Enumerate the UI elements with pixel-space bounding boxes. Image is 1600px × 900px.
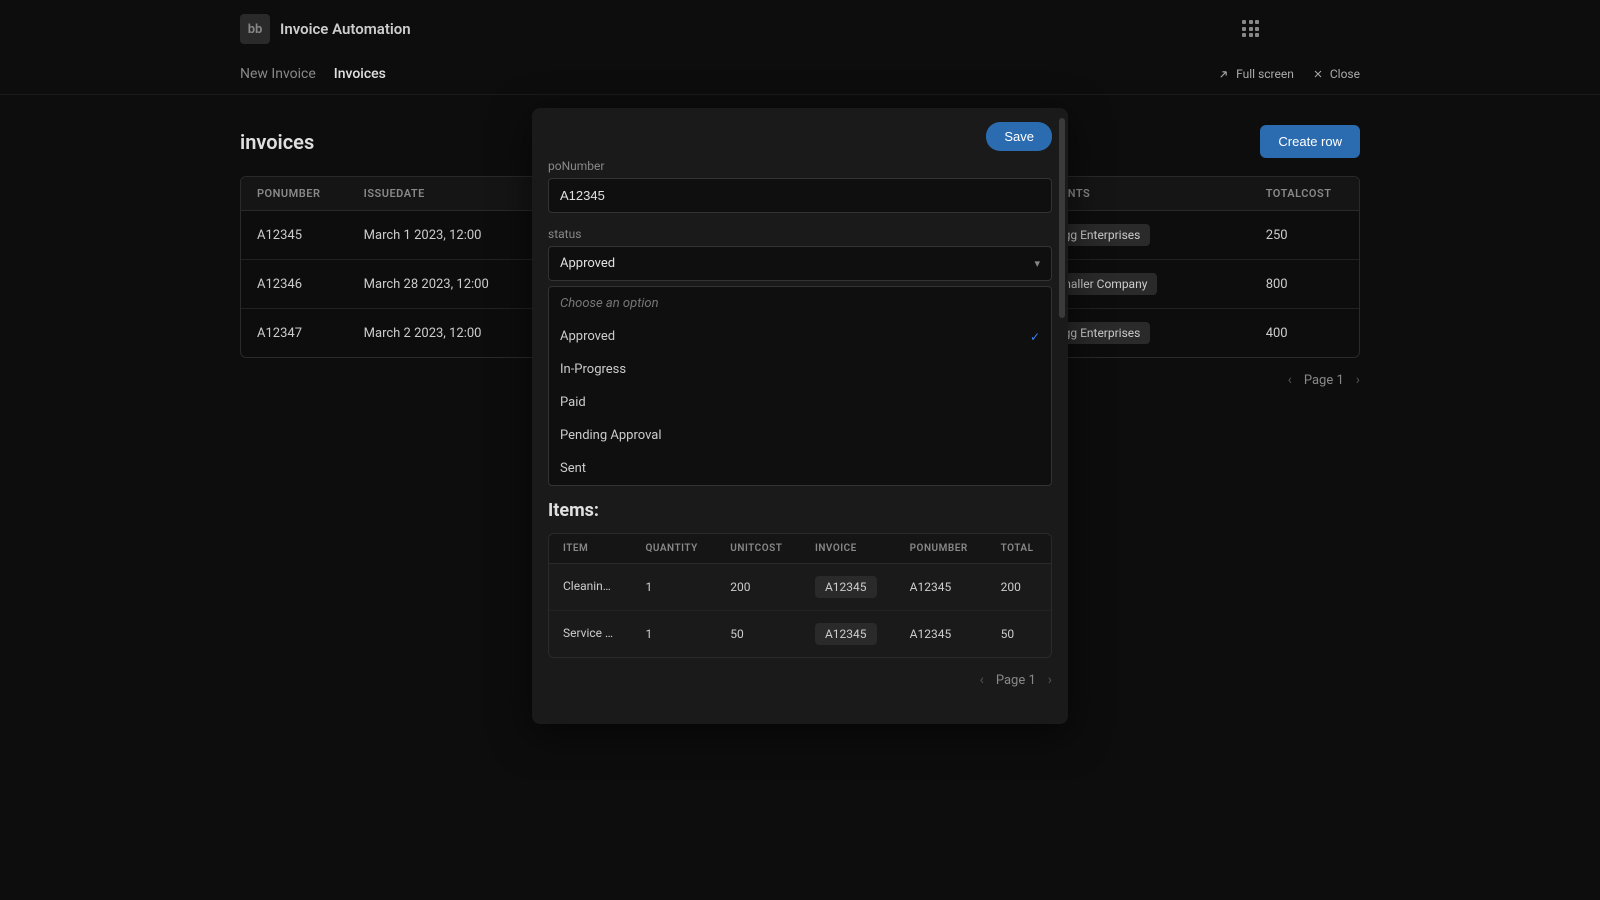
cell-date: March 2 2023, 12:00: [348, 309, 524, 357]
chevron-down-icon: ▾: [1034, 257, 1040, 270]
close-label: Close: [1330, 67, 1360, 81]
items-heading: Items:: [548, 500, 1052, 521]
col-unitcost[interactable]: UNITCOST: [716, 534, 801, 564]
cell-invoice: A12345: [801, 611, 896, 657]
cell-total: 400: [1250, 309, 1359, 357]
cell-total: 50: [987, 611, 1051, 657]
next-page-icon[interactable]: ›: [1356, 372, 1360, 388]
cell-date: March 28 2023, 12:00: [348, 260, 524, 309]
page-title: invoices: [240, 130, 314, 154]
page-label: Page 1: [1304, 373, 1344, 388]
cell-unit: 50: [716, 611, 801, 657]
status-dropdown: Choose an option Approved ✓ In-Progress …: [548, 286, 1052, 486]
cell-unit: 200: [716, 564, 801, 611]
topbar: bb Invoice Automation: [0, 0, 1600, 58]
secondary-bar: New Invoice Invoices Full screen Close: [0, 58, 1600, 95]
tab-invoices[interactable]: Invoices: [334, 66, 386, 82]
close-button[interactable]: Close: [1312, 67, 1360, 81]
logo-icon: bb: [240, 14, 270, 44]
col-item[interactable]: ITEM: [549, 534, 632, 564]
cell-item: Cleanin…: [549, 564, 632, 611]
ponumber-input[interactable]: [548, 178, 1052, 213]
status-select[interactable]: Approved ▾: [548, 246, 1052, 281]
ponumber-label: poNumber: [548, 159, 1052, 173]
check-icon: ✓: [1030, 330, 1040, 344]
cell-qty: 1: [632, 611, 717, 657]
next-page-icon[interactable]: ›: [1048, 672, 1052, 688]
col-totalcost[interactable]: TOTALCOST: [1250, 177, 1359, 211]
fullscreen-label: Full screen: [1236, 67, 1294, 81]
items-row[interactable]: Cleanin… 1 200 A12345 A12345 200: [549, 564, 1051, 611]
dropdown-option-paid[interactable]: Paid: [549, 386, 1051, 419]
col-quantity[interactable]: QUANTITY: [632, 534, 717, 564]
cell-invoice: A12345: [801, 564, 896, 611]
col-invoice[interactable]: INVOICE: [801, 534, 896, 564]
col-ponumber[interactable]: PONUMBER: [241, 177, 348, 211]
items-header-row: ITEM QUANTITY UNITCOST INVOICE PONUMBER …: [549, 534, 1051, 564]
dropdown-option-pending[interactable]: Pending Approval: [549, 419, 1051, 452]
modal-scrollbar[interactable]: [1059, 118, 1065, 318]
cell-po: A12347: [241, 309, 348, 357]
col-total[interactable]: TOTAL: [987, 534, 1051, 564]
prev-page-icon[interactable]: ‹: [980, 672, 984, 688]
option-label: Approved: [560, 329, 615, 344]
modal-header: Save: [548, 122, 1052, 151]
cell-po: A12346: [241, 260, 348, 309]
cell-po: A12345: [896, 564, 987, 611]
edit-modal: Save poNumber status Approved ▾ Choose a…: [532, 108, 1068, 724]
cell-date: March 1 2023, 12:00: [348, 211, 524, 260]
nav-tabs: New Invoice Invoices: [240, 66, 386, 82]
cell-po: A12345: [896, 611, 987, 657]
apps-grid-icon[interactable]: [1242, 20, 1260, 38]
items-pagination: ‹ Page 1 ›: [548, 658, 1052, 702]
prev-page-icon[interactable]: ‹: [1288, 372, 1292, 388]
cell-total: 800: [1250, 260, 1359, 309]
page-label: Page 1: [996, 673, 1036, 688]
invoice-tag: A12345: [815, 623, 877, 645]
close-icon: [1312, 68, 1324, 80]
tab-new-invoice[interactable]: New Invoice: [240, 66, 316, 82]
dropdown-option-approved[interactable]: Approved ✓: [549, 320, 1051, 353]
col-ponumber[interactable]: PONUMBER: [896, 534, 987, 564]
col-issuedate[interactable]: ISSUEDATE: [348, 177, 524, 211]
bar-actions: Full screen Close: [1217, 67, 1360, 81]
items-table: ITEM QUANTITY UNITCOST INVOICE PONUMBER …: [548, 533, 1052, 658]
cell-po: A12345: [241, 211, 348, 260]
app-title: Invoice Automation: [280, 20, 411, 38]
dropdown-option-inprogress[interactable]: In-Progress: [549, 353, 1051, 386]
create-row-button[interactable]: Create row: [1260, 125, 1360, 158]
fullscreen-button[interactable]: Full screen: [1217, 67, 1294, 81]
cell-total: 200: [987, 564, 1051, 611]
dropdown-option-sent[interactable]: Sent: [549, 452, 1051, 485]
cell-item: Service …: [549, 611, 632, 657]
invoice-tag: A12345: [815, 576, 877, 598]
dropdown-placeholder[interactable]: Choose an option: [549, 287, 1051, 320]
fullscreen-icon: [1217, 68, 1230, 81]
cell-total: 250: [1250, 211, 1359, 260]
save-button[interactable]: Save: [986, 122, 1052, 151]
status-value: Approved: [560, 256, 615, 271]
items-row[interactable]: Service … 1 50 A12345 A12345 50: [549, 611, 1051, 657]
logo-section: bb Invoice Automation: [240, 14, 411, 44]
status-label: status: [548, 227, 1052, 241]
cell-qty: 1: [632, 564, 717, 611]
